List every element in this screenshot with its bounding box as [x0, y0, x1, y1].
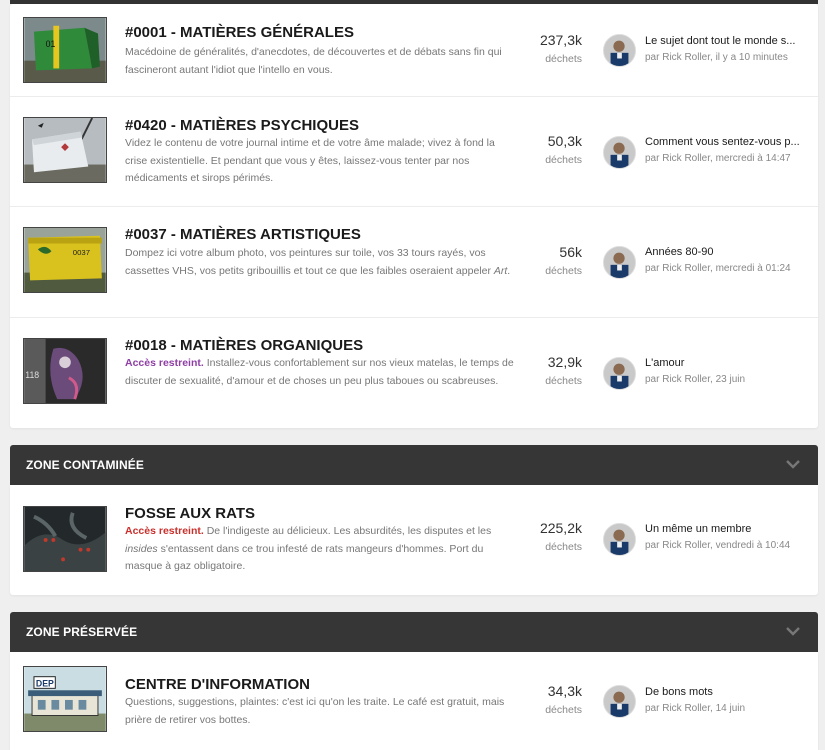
section-header-preservee[interactable]: ZONE PRÉSERVÉE — [10, 612, 818, 652]
forum-description: Macédoine de généralités, d'anecdotes, d… — [125, 44, 515, 79]
forum-count-label: déchets — [545, 154, 582, 166]
forum-description-end: . — [507, 264, 511, 277]
forum-title[interactable]: FOSSE AUX RATS — [125, 505, 255, 522]
forum-count: 237,3k — [539, 32, 582, 48]
restricted-badge: Accès restreint. — [125, 357, 204, 369]
user-avatar[interactable] — [603, 685, 636, 718]
chevron-down-icon[interactable] — [786, 626, 800, 636]
restricted-badge: Accès restreint. — [125, 525, 204, 537]
forum-index: 01 #0001 - MATIÈRES GÉNÉRALES Macédoine … — [0, 0, 825, 750]
forum-description: Questions, suggestions, plaintes: c'est … — [125, 694, 515, 729]
dumpster-white-image — [24, 118, 106, 182]
avatar-icon — [604, 35, 635, 66]
forum-count: 225,2k — [539, 520, 582, 536]
forum-count: 32,9k — [547, 354, 582, 370]
last-post-meta: par Rick Roller, mercredi à 01:24 — [645, 263, 791, 274]
building-image: DEP — [24, 667, 106, 731]
forum-panel-preservee: DEP CENTRE D'INFORMATION Questions, sugg… — [10, 652, 818, 750]
svg-text:DEP: DEP — [36, 678, 54, 688]
forum-panel-contaminee: FOSSE AUX RATS Accès restreint. De l'ind… — [10, 485, 818, 595]
forum-description-text: Questions, suggestions, plaintes: c'est … — [125, 696, 505, 726]
forum-count-label: déchets — [545, 265, 582, 277]
forum-thumbnail-information[interactable]: DEP — [23, 666, 107, 732]
svg-text:118: 118 — [25, 370, 39, 380]
dumpster-yellow-image: 0037 — [24, 228, 106, 292]
forum-count: 50,3k — [547, 133, 582, 149]
forum-description: Accès restreint. De l'indigeste au délic… — [125, 523, 515, 576]
last-post-title[interactable]: L'amour — [645, 357, 810, 369]
forum-title[interactable]: #0018 - MATIÈRES ORGANIQUES — [125, 337, 363, 354]
forum-row[interactable]: FOSSE AUX RATS Accès restreint. De l'ind… — [10, 485, 818, 595]
forum-description: Accès restreint. Installez-vous conforta… — [125, 355, 515, 390]
avatar-icon — [604, 524, 635, 555]
forum-description-italic: Art — [493, 264, 508, 277]
avatar-icon — [604, 247, 635, 278]
chevron-down-icon[interactable] — [786, 459, 800, 469]
forum-description-text: Macédoine de généralités, d'anecdotes, d… — [125, 46, 502, 76]
last-post-title[interactable]: Comment vous sentez-vous p... — [645, 136, 810, 148]
forum-count: 56k — [559, 244, 582, 260]
avatar-icon — [604, 137, 635, 168]
avatar-icon — [604, 358, 635, 389]
forum-thumbnail-psychiques[interactable] — [23, 117, 107, 183]
last-post-meta: par Rick Roller, mercredi à 14:47 — [645, 153, 791, 164]
dumpster-green-image: 01 — [24, 18, 106, 82]
last-post-title[interactable]: Le sujet dont tout le monde s... — [645, 35, 810, 47]
last-post-meta: par Rick Roller, il y a 10 minutes — [645, 52, 788, 63]
forum-count-label: déchets — [545, 541, 582, 553]
svg-text:01: 01 — [46, 39, 56, 49]
user-avatar[interactable] — [603, 357, 636, 390]
forum-description: Dompez ici votre album photo, vos peintu… — [125, 245, 515, 280]
user-avatar[interactable] — [603, 34, 636, 67]
forum-title[interactable]: #0001 - MATIÈRES GÉNÉRALES — [125, 24, 354, 41]
forum-count-label: déchets — [545, 53, 582, 65]
avatar-icon — [604, 686, 635, 717]
forum-description: Videz le contenu de votre journal intime… — [125, 135, 515, 188]
forum-count: 34,3k — [547, 683, 582, 699]
last-post-meta: par Rick Roller, vendredi à 10:44 — [645, 540, 791, 551]
user-avatar[interactable] — [603, 523, 636, 556]
section-title: ZONE PRÉSERVÉE — [26, 625, 138, 639]
forum-thumbnail-organiques[interactable]: 118 — [23, 338, 107, 404]
forum-title[interactable]: CENTRE D'INFORMATION — [125, 676, 310, 693]
section-title: ZONE CONTAMINÉE — [26, 458, 144, 472]
rats-image — [24, 507, 106, 571]
forum-description-text: Dompez ici votre album photo, vos peintu… — [125, 247, 491, 277]
user-avatar[interactable] — [603, 136, 636, 169]
forum-description-italic: insides — [125, 542, 158, 555]
forum-description-text-2: s'entassent dans ce trou infesté de rats… — [125, 542, 484, 573]
forum-thumbnail-rats[interactable] — [23, 506, 107, 572]
forum-thumbnail-generales[interactable]: 01 — [23, 17, 107, 83]
svg-text:0037: 0037 — [73, 248, 90, 257]
forum-count-label: déchets — [545, 704, 582, 716]
forum-row[interactable]: 118 #0018 - MATIÈRES ORGANIQUES Accès re… — [10, 318, 818, 428]
forum-row[interactable]: DEP CENTRE D'INFORMATION Questions, sugg… — [10, 652, 818, 750]
last-post-title[interactable]: Un même un membre — [645, 523, 810, 535]
forum-count-label: déchets — [545, 375, 582, 387]
last-post-meta: par Rick Roller, 23 juin — [645, 374, 746, 385]
last-post-title[interactable]: De bons mots — [645, 686, 810, 698]
forum-description-text: Videz le contenu de votre journal intime… — [125, 137, 495, 184]
forum-title[interactable]: #0420 - MATIÈRES PSYCHIQUES — [125, 117, 359, 134]
last-post-meta: par Rick Roller, 14 juin — [645, 703, 746, 714]
section-header-contaminee[interactable]: ZONE CONTAMINÉE — [10, 445, 818, 485]
forum-row[interactable]: 01 #0001 - MATIÈRES GÉNÉRALES Macédoine … — [10, 4, 818, 97]
dumpster-dark-image: 118 — [24, 339, 106, 403]
forum-title[interactable]: #0037 - MATIÈRES ARTISTIQUES — [125, 226, 361, 243]
user-avatar[interactable] — [603, 246, 636, 279]
last-post-title[interactable]: Années 80-90 — [645, 246, 810, 258]
forum-row[interactable]: 0037 #0037 - MATIÈRES ARTISTIQUES Dompez… — [10, 207, 818, 318]
forum-row[interactable]: #0420 - MATIÈRES PSYCHIQUES Videz le con… — [10, 97, 818, 207]
forum-description-text: De l'indigeste au délicieux. Les absurdi… — [206, 525, 492, 537]
forum-panel-main: 01 #0001 - MATIÈRES GÉNÉRALES Macédoine … — [10, 4, 818, 428]
forum-thumbnail-artistiques[interactable]: 0037 — [23, 227, 107, 293]
